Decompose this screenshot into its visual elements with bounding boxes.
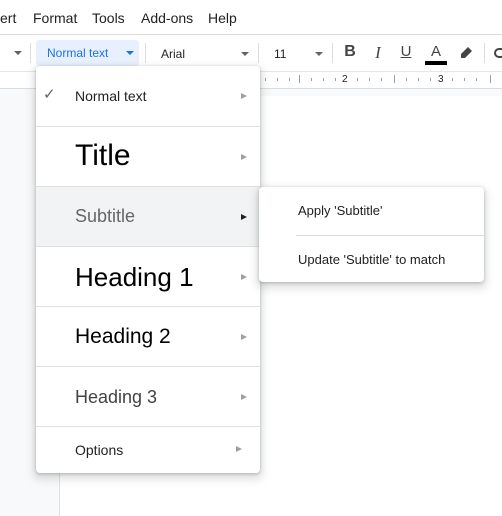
update-subtitle-item[interactable]: Update 'Subtitle' to match xyxy=(298,252,445,267)
ruler-tick xyxy=(394,75,395,83)
toolbar-divider xyxy=(332,43,333,63)
menu-help[interactable]: Help xyxy=(208,10,237,26)
toolbar-divider xyxy=(258,43,259,63)
paragraph-style-select[interactable]: Normal text xyxy=(36,40,139,66)
ruler-tick xyxy=(381,78,382,81)
paragraph-style-menu: ✓ Normal text Title Subtitle Heading 1 H… xyxy=(36,66,260,473)
menu-item-label: Heading 1 xyxy=(75,262,194,292)
submenu-arrow-icon xyxy=(236,446,242,452)
ruler-tick xyxy=(490,75,491,83)
ruler-tick xyxy=(323,78,324,81)
toolbar-divider xyxy=(484,43,485,63)
submenu-arrow-icon xyxy=(241,394,247,400)
submenu-arrow-icon xyxy=(241,154,247,160)
chevron-down-icon xyxy=(315,52,323,56)
menu-bar: ert Format Tools Add-ons Help xyxy=(0,0,502,35)
chevron-down-icon xyxy=(126,51,134,55)
zoom-dropdown-caret-icon[interactable] xyxy=(14,51,22,55)
ruler-tick xyxy=(476,78,477,81)
font-value: Arial xyxy=(161,47,186,61)
submenu-arrow-icon xyxy=(241,274,247,280)
text-color-swatch xyxy=(425,61,447,65)
ruler-tick xyxy=(418,78,419,81)
submenu-arrow-icon xyxy=(241,334,247,340)
toolbar-divider xyxy=(145,43,146,63)
text-color-button[interactable]: A xyxy=(425,41,447,65)
menu-item-options[interactable]: Options xyxy=(36,427,260,473)
ruler-tick xyxy=(335,78,336,81)
ruler-label: 3 xyxy=(438,74,444,85)
toolbar-divider xyxy=(30,43,31,63)
menu-item-heading-2[interactable]: Heading 2 xyxy=(36,307,260,367)
menu-item-label: Subtitle xyxy=(75,206,136,226)
link-icon[interactable] xyxy=(494,48,502,58)
ruler-tick xyxy=(289,78,290,81)
menu-item-subtitle[interactable]: Subtitle xyxy=(36,187,260,247)
font-size-value: 11 xyxy=(274,47,287,61)
menu-format[interactable]: Format xyxy=(33,10,77,26)
ruler-tick xyxy=(430,78,431,81)
ruler-tick xyxy=(464,78,465,81)
ruler-tick xyxy=(265,78,266,81)
ruler-tick xyxy=(452,78,453,81)
ruler-tick xyxy=(406,78,407,81)
menu-tools[interactable]: Tools xyxy=(92,10,125,26)
menu-item-label: Title xyxy=(75,139,131,172)
menu-item-label: Heading 2 xyxy=(75,325,171,348)
menu-item-heading-1[interactable]: Heading 1 xyxy=(36,247,260,307)
menu-item-title[interactable]: Title xyxy=(36,127,260,187)
ruler-tick xyxy=(357,78,358,81)
ruler-tick xyxy=(277,78,278,81)
underline-button[interactable]: U xyxy=(399,43,413,65)
menu-item-label: Heading 3 xyxy=(75,387,158,407)
menu-item-label: Normal text xyxy=(75,88,147,104)
submenu-divider xyxy=(296,235,484,236)
menu-insert[interactable]: ert xyxy=(0,10,16,26)
check-icon: ✓ xyxy=(43,86,56,103)
menu-item-label: Options xyxy=(75,442,124,458)
ruler-tick xyxy=(311,78,312,81)
menu-add-ons[interactable]: Add-ons xyxy=(141,10,193,26)
menu-item-normal-text[interactable]: ✓ Normal text xyxy=(36,66,260,127)
paragraph-style-value: Normal text xyxy=(47,46,109,60)
chevron-down-icon xyxy=(241,52,249,56)
ruler-label: 2 xyxy=(342,74,348,85)
italic-button[interactable]: I xyxy=(371,43,385,65)
ruler-tick xyxy=(369,78,370,81)
highlight-pen-icon[interactable] xyxy=(458,45,474,61)
menu-item-heading-3[interactable]: Heading 3 xyxy=(36,367,260,427)
bold-button[interactable]: B xyxy=(343,43,357,65)
submenu-arrow-icon xyxy=(241,214,247,220)
apply-subtitle-item[interactable]: Apply 'Subtitle' xyxy=(298,203,382,218)
ruler-tick xyxy=(299,75,300,83)
subtitle-submenu: Apply 'Subtitle' Update 'Subtitle' to ma… xyxy=(259,187,484,282)
submenu-arrow-icon xyxy=(241,93,247,99)
